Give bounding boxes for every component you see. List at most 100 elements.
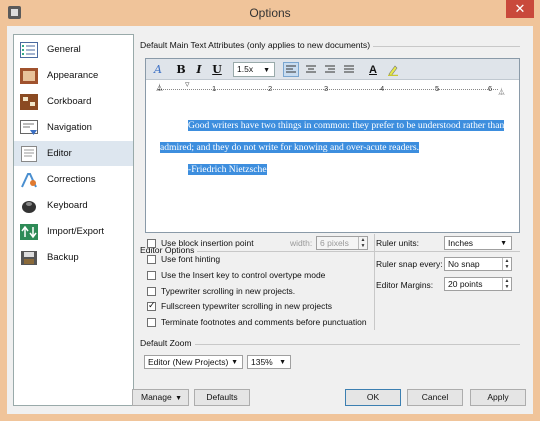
defaults-button[interactable]: Defaults xyxy=(194,389,250,406)
editor-icon xyxy=(18,144,40,164)
sample-line: Good writers have two things in common: … xyxy=(188,120,505,131)
options-separator xyxy=(374,234,375,330)
checkbox[interactable] xyxy=(147,270,156,280)
checkbox-checked[interactable] xyxy=(147,300,156,311)
group-divider xyxy=(145,344,520,345)
option-font-hinting[interactable]: Use font hinting xyxy=(147,254,220,264)
sidebar-item-appearance[interactable]: Appearance xyxy=(14,63,133,88)
sidebar-item-label: Corrections xyxy=(47,174,96,185)
option-terminate-footnotes[interactable]: Terminate footnotes and comments before … xyxy=(147,317,367,327)
dialog-body: General Appearance Corkboard Navigation xyxy=(7,26,533,414)
ruler-units-select[interactable]: Inches ▼ xyxy=(444,236,512,250)
format-toolbar: A B I U 1.5x ▼ A xyxy=(146,59,519,80)
align-center-icon xyxy=(306,65,316,73)
appearance-icon xyxy=(18,66,40,86)
chevron-down-icon: ▼ xyxy=(263,67,270,74)
spinner-arrows-icon[interactable]: ▲ ▼ xyxy=(502,258,511,270)
align-left-button[interactable] xyxy=(283,62,299,77)
highlight-button[interactable] xyxy=(385,62,401,77)
text-attributes-editor[interactable]: A B I U 1.5x ▼ A ⏅ ▿ 1 2 3 4 5 6 ⏅ Good … xyxy=(145,58,520,233)
keyboard-icon xyxy=(18,196,40,216)
import-export-icon xyxy=(18,222,40,242)
manage-button[interactable]: Manage ▼ xyxy=(132,389,189,406)
sample-line: admired; and they do not write for knowi… xyxy=(160,142,420,153)
apply-button[interactable]: Apply xyxy=(470,389,526,406)
align-center-button[interactable] xyxy=(303,62,319,77)
bold-button[interactable]: B xyxy=(173,62,189,77)
cancel-button[interactable]: Cancel xyxy=(407,389,463,406)
sidebar-item-label: Corkboard xyxy=(47,96,92,107)
ruler-snap-spinner[interactable]: No snap ▲ ▼ xyxy=(444,257,512,271)
option-fullscreen-typewriter[interactable]: Fullscreen typewriter scrolling in new p… xyxy=(147,300,332,311)
checkbox[interactable] xyxy=(147,317,156,327)
ruler-number: 6 xyxy=(488,84,493,93)
width-label: width: xyxy=(290,238,313,248)
text-color-button[interactable]: A xyxy=(365,62,381,77)
sidebar-item-import-export[interactable]: Import/Export xyxy=(14,219,133,244)
sidebar-item-label: Navigation xyxy=(47,122,92,133)
align-right-button[interactable] xyxy=(322,62,338,77)
backup-icon xyxy=(18,248,40,268)
highlighter-icon xyxy=(388,65,398,76)
ruler[interactable]: ⏅ ▿ 1 2 3 4 5 6 ⏅ xyxy=(146,79,519,97)
ruler-number: 1 xyxy=(212,84,217,93)
window-title: Options xyxy=(249,6,291,20)
sidebar-item-corkboard[interactable]: Corkboard xyxy=(14,89,133,114)
navigation-icon xyxy=(18,118,40,138)
group-divider xyxy=(145,251,520,252)
corkboard-icon xyxy=(18,92,40,112)
ok-button[interactable]: OK xyxy=(345,389,401,406)
ruler-number: 3 xyxy=(324,84,329,93)
option-block-insertion[interactable]: Use block insertion point xyxy=(147,238,254,248)
font-style-icon[interactable]: A xyxy=(150,62,166,77)
align-left-icon xyxy=(286,65,296,73)
ruler-right-margin-icon[interactable]: ⏅ xyxy=(498,87,505,97)
close-button[interactable]: ✕ xyxy=(506,0,534,18)
sidebar-item-label: General xyxy=(47,44,81,55)
option-insert-key-overtype[interactable]: Use the Insert key to control overtype m… xyxy=(147,270,325,280)
editor-margins-label: Editor Margins: xyxy=(376,280,434,290)
ruler-snap-label: Ruler snap every: xyxy=(376,259,443,269)
sidebar-item-label: Appearance xyxy=(47,70,99,81)
sidebar-item-corrections[interactable]: Corrections xyxy=(14,167,133,192)
align-right-icon xyxy=(325,65,335,73)
chevron-down-icon: ▼ xyxy=(279,359,286,366)
ruler-number: 2 xyxy=(268,84,273,93)
option-typewriter-scrolling[interactable]: Typewriter scrolling in new projects. xyxy=(147,286,295,296)
chevron-down-icon: ▼ xyxy=(500,240,507,247)
checkbox[interactable] xyxy=(147,286,156,296)
width-spinner[interactable]: 6 pixels ▲ ▼ xyxy=(316,236,368,250)
chevron-down-icon: ▼ xyxy=(231,359,238,366)
ruler-first-indent-icon[interactable]: ▿ xyxy=(185,79,190,90)
sidebar-item-navigation[interactable]: Navigation xyxy=(14,115,133,140)
general-list-icon xyxy=(18,40,40,60)
text-attributes-group-label: Default Main Text Attributes (only appli… xyxy=(140,40,374,50)
editor-margins-spinner[interactable]: 20 points ▲ ▼ xyxy=(444,277,512,291)
checkbox[interactable] xyxy=(147,238,156,248)
spinner-arrows-icon[interactable]: ▲ ▼ xyxy=(502,278,511,290)
sidebar-item-label: Keyboard xyxy=(47,200,88,211)
ruler-number: 5 xyxy=(435,84,440,93)
ruler-left-margin-icon[interactable]: ⏅ xyxy=(156,83,163,93)
options-sidebar: General Appearance Corkboard Navigation xyxy=(13,34,134,406)
align-justify-button[interactable] xyxy=(341,62,357,77)
options-window: Options ✕ General Appearance Corkboard N… xyxy=(0,0,540,421)
underline-button[interactable]: U xyxy=(209,62,225,77)
sidebar-item-backup[interactable]: Backup xyxy=(14,245,133,270)
zoom-group-label: Default Zoom xyxy=(140,338,195,348)
align-justify-icon xyxy=(344,65,354,73)
spinner-arrows-icon[interactable]: ▲ ▼ xyxy=(358,237,367,249)
close-icon: ✕ xyxy=(514,1,526,16)
italic-button[interactable]: I xyxy=(191,62,207,77)
ruler-units-label: Ruler units: xyxy=(376,238,419,248)
sidebar-item-editor[interactable]: Editor xyxy=(14,141,133,166)
title-bar: Options ✕ xyxy=(0,0,540,26)
line-spacing-select[interactable]: 1.5x ▼ xyxy=(233,62,275,77)
sidebar-item-general[interactable]: General xyxy=(14,37,133,62)
sidebar-item-label: Import/Export xyxy=(47,226,105,237)
sidebar-item-label: Editor xyxy=(47,148,72,159)
sidebar-item-keyboard[interactable]: Keyboard xyxy=(14,193,133,218)
checkbox[interactable] xyxy=(147,254,156,264)
zoom-level-select[interactable]: 135% ▼ xyxy=(247,355,291,369)
zoom-target-select[interactable]: Editor (New Projects) ▼ xyxy=(144,355,243,369)
